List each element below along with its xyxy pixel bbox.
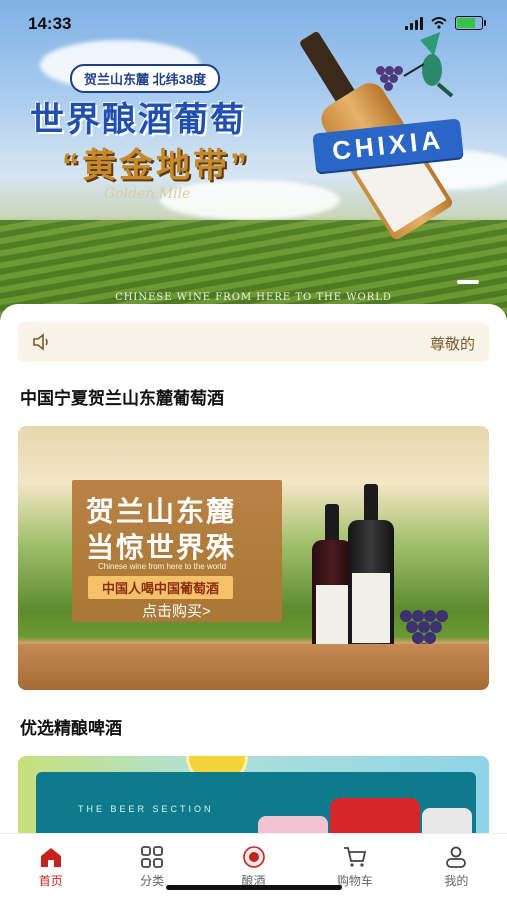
- tab-label: 我的: [444, 874, 469, 888]
- bottom-tab-bar: 首页 分类 酿酒 购物车 我的: [0, 833, 507, 900]
- section-title-beer: 优选精酿啤酒: [20, 719, 122, 738]
- beer-section-label: THE BEER SECTION: [78, 804, 214, 814]
- home-indicator: [166, 885, 342, 890]
- wooden-table: [18, 644, 489, 690]
- wine-promo-banner[interactable]: 贺兰山东麓 当惊世界殊 Chinese wine from here to th…: [18, 426, 489, 690]
- brand-logo-icon: [242, 846, 265, 868]
- grapes-icon: [376, 66, 403, 94]
- tab-home[interactable]: 首页: [0, 834, 101, 900]
- banner-headline: 世界酿酒葡萄: [30, 101, 246, 139]
- battery-icon: [455, 16, 486, 30]
- buy-now-link[interactable]: 点击购买>: [142, 600, 211, 621]
- status-time: 14:33: [28, 14, 72, 33]
- notice-bar[interactable]: 尊敬的: [18, 322, 489, 362]
- hero-banner[interactable]: 贺兰山东麓 北纬38度 世界酿酒葡萄 “黄金地带” Golden Mile CH…: [0, 0, 507, 320]
- tab-label: 首页: [38, 874, 63, 888]
- promo-line2: 当惊世界殊: [86, 532, 237, 563]
- grid-icon: [141, 846, 164, 868]
- cart-icon: [343, 847, 367, 867]
- promo-small-text: Chinese wine from here to the world: [98, 562, 227, 571]
- notice-text: 尊敬的: [429, 336, 475, 353]
- banner-tag: 贺兰山东麓 北纬38度: [70, 64, 221, 93]
- status-icons: [405, 16, 486, 30]
- tab-brew[interactable]: 酿酒: [203, 834, 304, 900]
- wifi-icon: [431, 17, 447, 29]
- banner-subheadline: “黄金地带”: [62, 147, 250, 185]
- speaker-icon: [33, 333, 48, 351]
- tab-cart[interactable]: 购物车: [304, 834, 405, 900]
- carousel-indicator: [457, 280, 479, 284]
- tab-label: 购物车: [336, 874, 373, 888]
- wine-bottle-image: [348, 484, 394, 666]
- content-sheet: 尊敬的 中国宁夏贺兰山东麓葡萄酒 贺兰山东麓 当惊世界殊 Chinese win…: [0, 304, 507, 900]
- banner-script-text: Golden Mile: [104, 186, 191, 202]
- promo-line1: 贺兰山东麓: [86, 496, 237, 527]
- promo-pill: 中国人喝中国葡萄酒: [88, 576, 234, 599]
- wine-bottle-image: [312, 504, 352, 664]
- status-bar: 14:33: [0, 0, 507, 46]
- tab-profile[interactable]: 我的: [406, 834, 507, 900]
- tab-category[interactable]: 分类: [101, 834, 202, 900]
- home-icon: [40, 848, 61, 867]
- user-icon: [446, 846, 467, 868]
- section-title-wine: 中国宁夏贺兰山东麓葡萄酒: [20, 389, 224, 408]
- tab-label: 分类: [140, 874, 165, 888]
- banner-caption: CHINESE WINE FROM HERE TO THE WORLD: [115, 292, 392, 303]
- signal-icon: [405, 16, 423, 30]
